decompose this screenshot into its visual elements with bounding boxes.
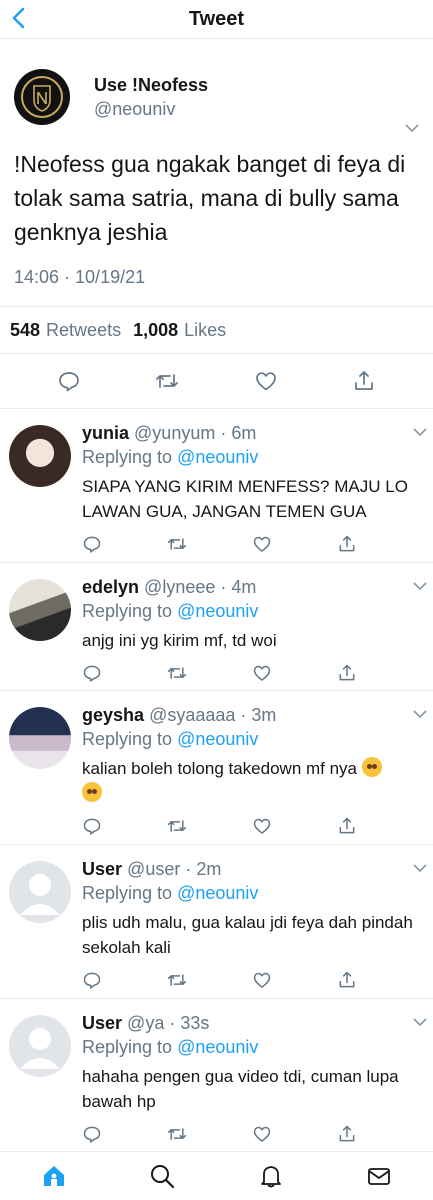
like-count[interactable]: 1,008	[133, 320, 178, 341]
replying-handle-link[interactable]: @neouniv	[177, 601, 258, 621]
bottom-tab-bar	[0, 1151, 433, 1200]
reply-actions	[82, 663, 357, 689]
reply-icon[interactable]	[82, 663, 102, 683]
like-icon[interactable]	[252, 816, 272, 836]
reply-actions	[82, 816, 357, 842]
retweet-icon[interactable]	[167, 1124, 187, 1144]
avatar[interactable]	[9, 579, 71, 641]
reply-author-name[interactable]: User	[82, 1013, 122, 1033]
reply-text: plis udh malu, gua kalau jdi feya dah pi…	[82, 913, 413, 957]
reply-author-name[interactable]: edelyn	[82, 577, 139, 597]
reply-meta: @yunyum · 6m	[134, 423, 257, 443]
author-name[interactable]: Use !Neofess	[94, 74, 208, 96]
reply-actions	[82, 1124, 357, 1150]
replying-handle-link[interactable]: @neouniv	[177, 883, 258, 903]
retweet-icon[interactable]	[155, 369, 179, 393]
bell-icon[interactable]	[258, 1163, 284, 1189]
tweet-stats: 548 Retweets 1,008 Likes	[0, 306, 433, 354]
replying-handle-link[interactable]: @neouniv	[177, 447, 258, 467]
like-icon[interactable]	[252, 970, 272, 990]
reply-meta: @lyneee · 4m	[144, 577, 257, 597]
pleading-face-emoji-icon	[82, 782, 102, 802]
chevron-down-icon[interactable]	[413, 863, 427, 873]
replying-handle-link[interactable]: @neouniv	[177, 729, 258, 749]
chevron-down-icon[interactable]	[413, 1017, 427, 1027]
search-icon[interactable]	[149, 1163, 175, 1189]
chevron-down-icon[interactable]	[413, 709, 427, 719]
reply-tweet[interactable]: yunia @yunyum · 6m Replying to @neouniv …	[0, 409, 433, 563]
main-tweet: Use !Neofess @neouniv !Neofess gua ngaka…	[0, 39, 433, 288]
avatar[interactable]	[14, 69, 70, 125]
replying-label: Replying to	[82, 447, 173, 467]
mail-icon[interactable]	[366, 1163, 392, 1189]
reply-author-name[interactable]: geysha	[82, 705, 144, 725]
like-icon[interactable]	[254, 369, 278, 393]
likes-label[interactable]: Likes	[184, 320, 226, 341]
reply-text: SIAPA YANG KIRIM MENFESS? MAJU LO LAWAN …	[82, 477, 408, 521]
share-icon[interactable]	[337, 534, 357, 554]
avatar[interactable]	[9, 425, 71, 487]
reply-text: anjg ini yg kirim mf, td woi	[82, 631, 277, 650]
reply-meta: @syaaaaa · 3m	[149, 705, 277, 725]
retweet-count[interactable]: 548	[10, 320, 40, 341]
reply-author-name[interactable]: User	[82, 859, 122, 879]
reply-icon[interactable]	[82, 534, 102, 554]
reply-icon[interactable]	[57, 369, 81, 393]
share-icon[interactable]	[337, 1124, 357, 1144]
reply-text: kalian boleh tolong takedown mf nya	[82, 759, 358, 778]
top-bar: Tweet	[0, 0, 433, 39]
retweet-icon[interactable]	[167, 816, 187, 836]
author-handle[interactable]: @neouniv	[94, 98, 208, 120]
chevron-down-icon[interactable]	[405, 123, 419, 133]
crest-logo-icon	[21, 76, 63, 118]
home-icon[interactable]	[41, 1163, 67, 1189]
pleading-face-emoji-icon	[361, 757, 382, 777]
reply-text: hahaha pengen gua video tdi, cuman lupa …	[82, 1067, 399, 1111]
replying-label: Replying to	[82, 601, 173, 621]
like-icon[interactable]	[252, 663, 272, 683]
chevron-down-icon[interactable]	[413, 427, 427, 437]
share-icon[interactable]	[337, 816, 357, 836]
replying-handle-link[interactable]: @neouniv	[177, 1037, 258, 1057]
reply-icon[interactable]	[82, 1124, 102, 1144]
replying-label: Replying to	[82, 729, 173, 749]
reply-icon[interactable]	[82, 970, 102, 990]
share-icon[interactable]	[337, 663, 357, 683]
replying-label: Replying to	[82, 883, 173, 903]
reply-actions	[82, 534, 357, 560]
avatar[interactable]	[9, 707, 71, 769]
reply-meta: @user · 2m	[127, 859, 222, 879]
reply-meta: @ya · 33s	[127, 1013, 210, 1033]
reply-tweet[interactable]: edelyn @lyneee · 4m Replying to @neouniv…	[0, 563, 433, 691]
reply-tweet[interactable]: User @ya · 33s Replying to @neouniv haha…	[0, 999, 433, 1153]
reply-tweet[interactable]: User @user · 2m Replying to @neouniv pli…	[0, 845, 433, 999]
reply-author-name[interactable]: yunia	[82, 423, 129, 443]
share-icon[interactable]	[337, 970, 357, 990]
like-icon[interactable]	[252, 1124, 272, 1144]
reply-text-block: kalian boleh tolong takedown mf nya	[82, 756, 419, 806]
retweet-icon[interactable]	[167, 663, 187, 683]
tweet-actions	[0, 354, 433, 409]
replying-label: Replying to	[82, 1037, 173, 1057]
share-icon[interactable]	[352, 369, 376, 393]
reply-actions	[82, 970, 357, 996]
chevron-down-icon[interactable]	[413, 581, 427, 591]
retweet-icon[interactable]	[167, 970, 187, 990]
default-avatar-icon[interactable]	[9, 861, 71, 923]
default-avatar-icon[interactable]	[9, 1015, 71, 1077]
like-icon[interactable]	[252, 534, 272, 554]
tweet-timestamp: 14:06 · 10/19/21	[14, 267, 146, 287]
retweets-label[interactable]: Retweets	[46, 320, 121, 341]
tweet-text: !Neofess gua ngakak banget di feya di to…	[14, 151, 406, 245]
page-title: Tweet	[188, 8, 245, 30]
reply-icon[interactable]	[82, 816, 102, 836]
retweet-icon[interactable]	[167, 534, 187, 554]
reply-tweet[interactable]: geysha @syaaaaa · 3m Replying to @neouni…	[0, 691, 433, 845]
